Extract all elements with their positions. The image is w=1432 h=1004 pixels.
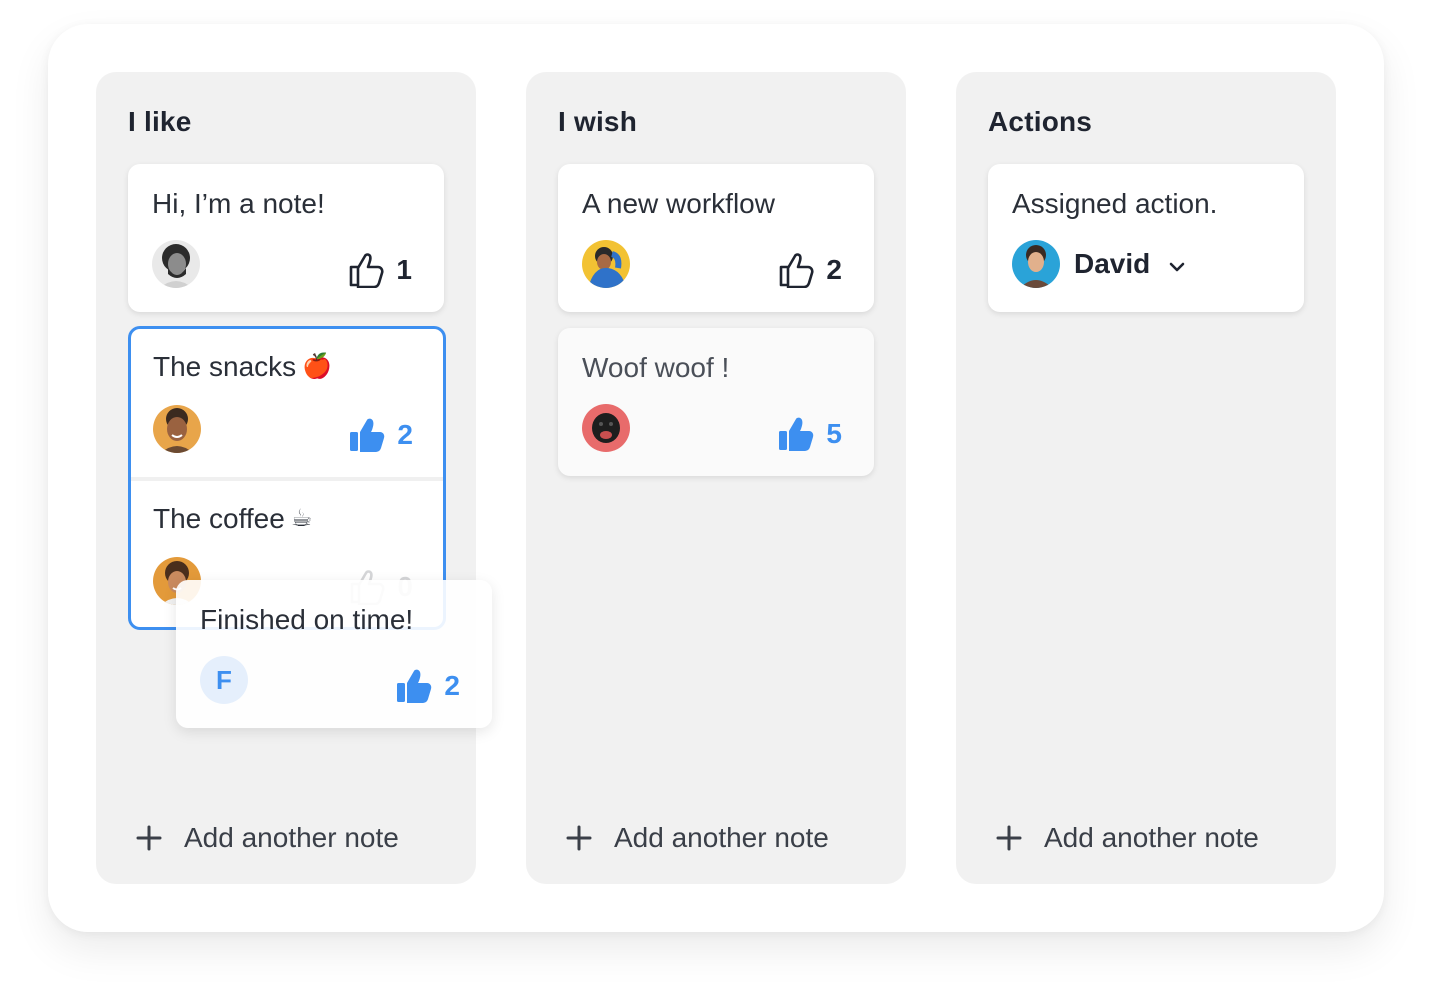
vote-button[interactable]: 1 [348, 252, 412, 288]
vote-count: 2 [826, 254, 842, 285]
assignee-name: David [1074, 248, 1151, 279]
avatar [582, 404, 630, 452]
note-card[interactable]: A new workflow 2 [558, 164, 874, 312]
add-note-label: Add another note [1044, 822, 1259, 853]
vote-count: 5 [826, 418, 842, 449]
vote-count: 1 [396, 254, 412, 285]
column-i-wish: I wish A new workflow 2 Woof woof ! 5 Ad… [526, 72, 906, 884]
thumbs-up-filled-icon [349, 417, 387, 453]
avatar [153, 405, 201, 453]
note-card[interactable]: Hi, I’m a note! 1 [128, 164, 444, 312]
vote-count: 2 [397, 419, 413, 450]
grouped-note[interactable]: The snacks 🍎 2 [131, 329, 443, 477]
add-note-label: Add another note [614, 822, 829, 853]
dragging-note-card[interactable]: Finished on time! F 2 [176, 580, 492, 728]
chevron-down-icon [1169, 262, 1185, 272]
assignee-dropdown[interactable]: David [1012, 240, 1186, 288]
add-note-button[interactable]: Add another note [566, 822, 829, 854]
note-text: A new workflow [582, 188, 775, 219]
initial-avatar: F [200, 656, 248, 704]
note-text: Hi, I’m a note! [152, 188, 325, 219]
avatar [1012, 240, 1060, 288]
note-text: Woof woof ! [582, 352, 730, 383]
apple-emoji: 🍎 [302, 353, 333, 380]
add-note-label: Add another note [184, 822, 399, 853]
note-text: Finished on time! [200, 604, 414, 635]
column-title: Actions [988, 106, 1093, 137]
vote-button[interactable]: 5 [778, 416, 842, 452]
vote-button[interactable]: 2 [396, 668, 460, 704]
column-actions: Actions Assigned action. David Add anoth… [956, 72, 1336, 884]
avatar [152, 240, 200, 288]
column-title: I wish [558, 106, 637, 137]
add-note-button[interactable]: Add another note [996, 822, 1259, 854]
note-text: The coffee ☕ [153, 503, 313, 534]
column-title: I like [128, 106, 192, 137]
avatar [582, 240, 630, 288]
note-card[interactable]: Woof woof ! 5 [558, 328, 874, 476]
action-card[interactable]: Assigned action. David [988, 164, 1304, 312]
vote-button[interactable]: 2 [349, 417, 413, 453]
note-text: The snacks 🍎 [153, 351, 333, 382]
note-text: Assigned action. [1012, 188, 1218, 219]
vote-button[interactable]: 2 [778, 252, 842, 288]
vote-count: 2 [444, 670, 460, 701]
plus-icon [996, 825, 1022, 851]
add-note-button[interactable]: Add another note [136, 822, 399, 854]
plus-icon [566, 825, 592, 851]
thumbs-up-outline-icon [778, 252, 816, 288]
coffee-emoji: ☕ [290, 505, 313, 532]
thumbs-up-outline-icon [348, 252, 386, 288]
thumbs-up-filled-icon [778, 416, 816, 452]
plus-icon [136, 825, 162, 851]
thumbs-up-filled-icon [396, 668, 434, 704]
